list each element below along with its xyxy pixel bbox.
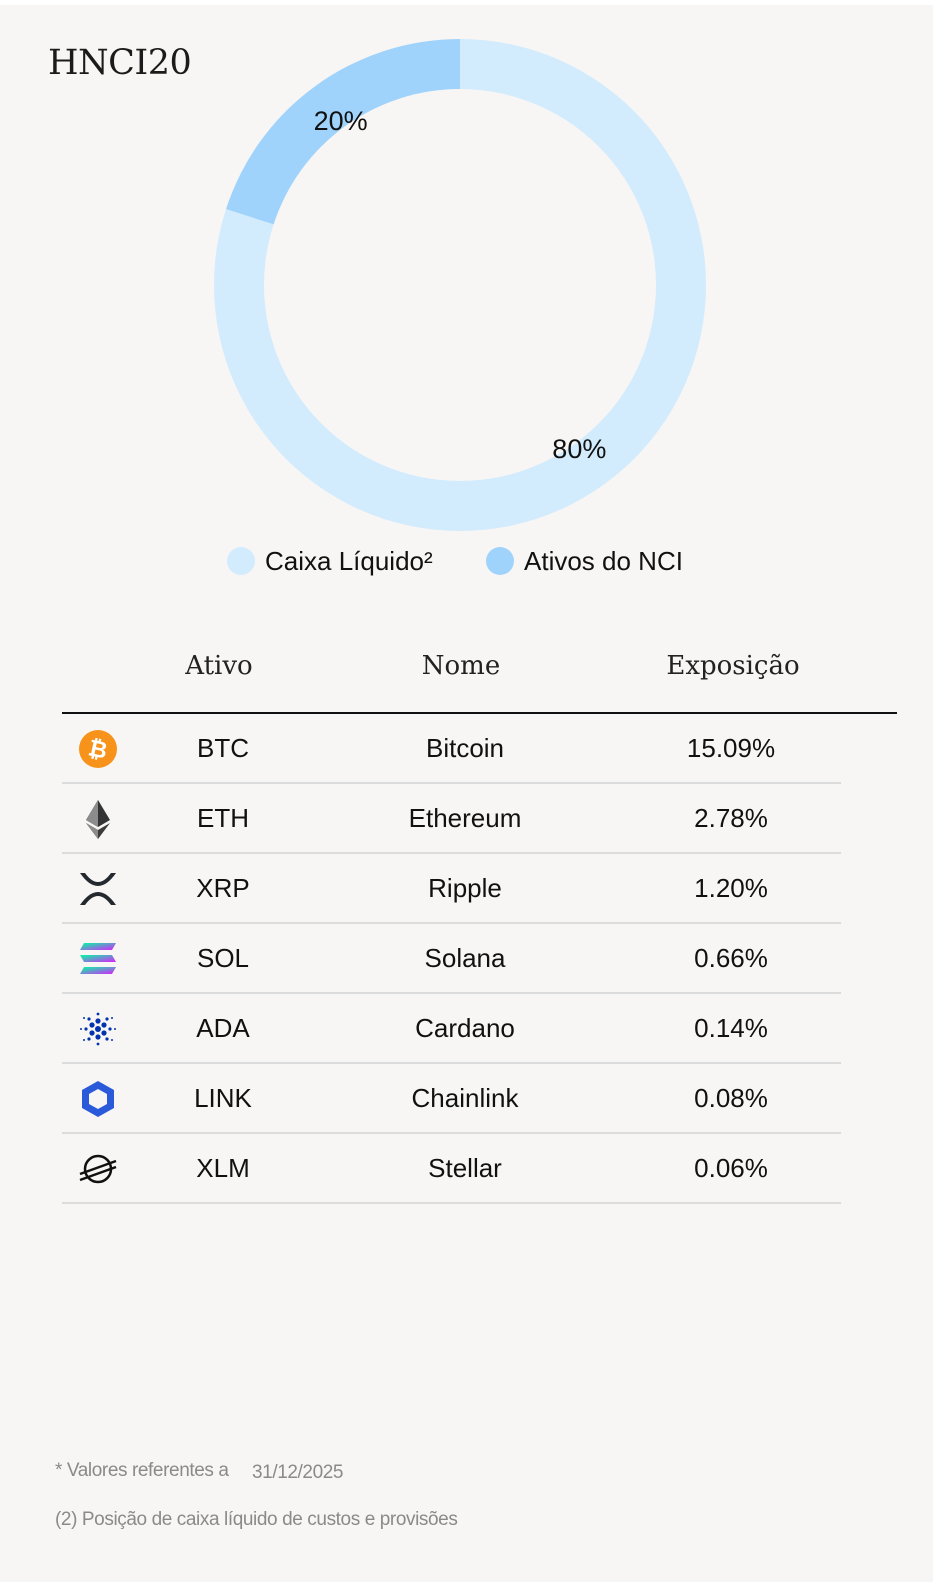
cardano-icon: [80, 1012, 116, 1046]
column-header-asset: Ativo: [185, 651, 253, 681]
asset-symbol: SOL: [196, 943, 250, 973]
table-row: ETH Ethereum 2.78%: [62, 784, 841, 854]
asset-name: Bitcoin: [425, 733, 505, 763]
asset-exposure: 1.20%: [694, 873, 768, 903]
asset-exposure: 0.06%: [694, 1153, 768, 1183]
asset-symbol: XLM: [196, 1153, 250, 1183]
ethereum-icon: [86, 800, 110, 839]
asset-symbol: ADA: [196, 1013, 250, 1043]
legend-item-nci-assets[interactable]: Ativos do NCI: [486, 542, 683, 580]
column-header-name: Nome: [421, 651, 501, 681]
column-header-exposure: Exposição: [666, 651, 800, 681]
slice-label-1: 20%: [314, 106, 368, 136]
table-row: LINK Chainlink 0.08%: [62, 1064, 841, 1134]
footnote-values-ref: * Valores referentes a: [55, 1460, 229, 1481]
asset-name: Ripple: [428, 873, 502, 903]
table-row: ₿ BTC Bitcoin 15.09%: [62, 714, 841, 784]
legend-swatch: [486, 547, 514, 575]
asset-symbol: XRP: [196, 873, 250, 903]
legend-label: Caixa Líquido²: [265, 545, 433, 576]
asset-name: Ethereum: [408, 803, 522, 833]
asset-name: Stellar: [428, 1153, 502, 1183]
asset-symbol: ETH: [197, 803, 249, 833]
asset-exposure: 2.78%: [694, 803, 768, 833]
donut-chart: 80% 20%: [214, 39, 706, 531]
asset-exposure: 15.09%: [686, 733, 776, 763]
bitcoin-icon: ₿: [79, 730, 117, 768]
legend-item-cash[interactable]: Caixa Líquido²: [227, 542, 433, 580]
slice-label-0: 80%: [552, 434, 606, 464]
asset-symbol: LINK: [194, 1083, 252, 1113]
asset-name: Cardano: [415, 1013, 515, 1043]
table-row: ADA Cardano 0.14%: [62, 994, 841, 1064]
stellar-icon: [79, 1154, 117, 1184]
legend-label: Ativos do NCI: [524, 545, 683, 576]
solana-icon: [80, 943, 116, 974]
table-row: XLM Stellar 0.06%: [62, 1134, 841, 1204]
asset-exposure: 0.66%: [694, 943, 768, 973]
page: HNCI20 80% 20% Caixa Líquido² Ativos do N…: [0, 5, 933, 1582]
xrp-icon: [80, 873, 116, 905]
asset-exposure: 0.08%: [694, 1083, 768, 1113]
asset-name: Solana: [424, 943, 506, 973]
asset-name: Chainlink: [411, 1083, 519, 1113]
asset-symbol: BTC: [197, 733, 249, 763]
asset-exposure: 0.14%: [694, 1013, 768, 1043]
table-row: SOL Solana 0.66%: [62, 924, 841, 994]
footnote-date: 31/12/2025: [252, 1462, 344, 1483]
footnote-cash-position: (2) Posição de caixa líquido de custos e…: [55, 1509, 458, 1530]
table-row: XRP Ripple 1.20%: [62, 854, 841, 924]
legend-swatch: [227, 547, 255, 575]
chainlink-icon: [82, 1081, 114, 1117]
